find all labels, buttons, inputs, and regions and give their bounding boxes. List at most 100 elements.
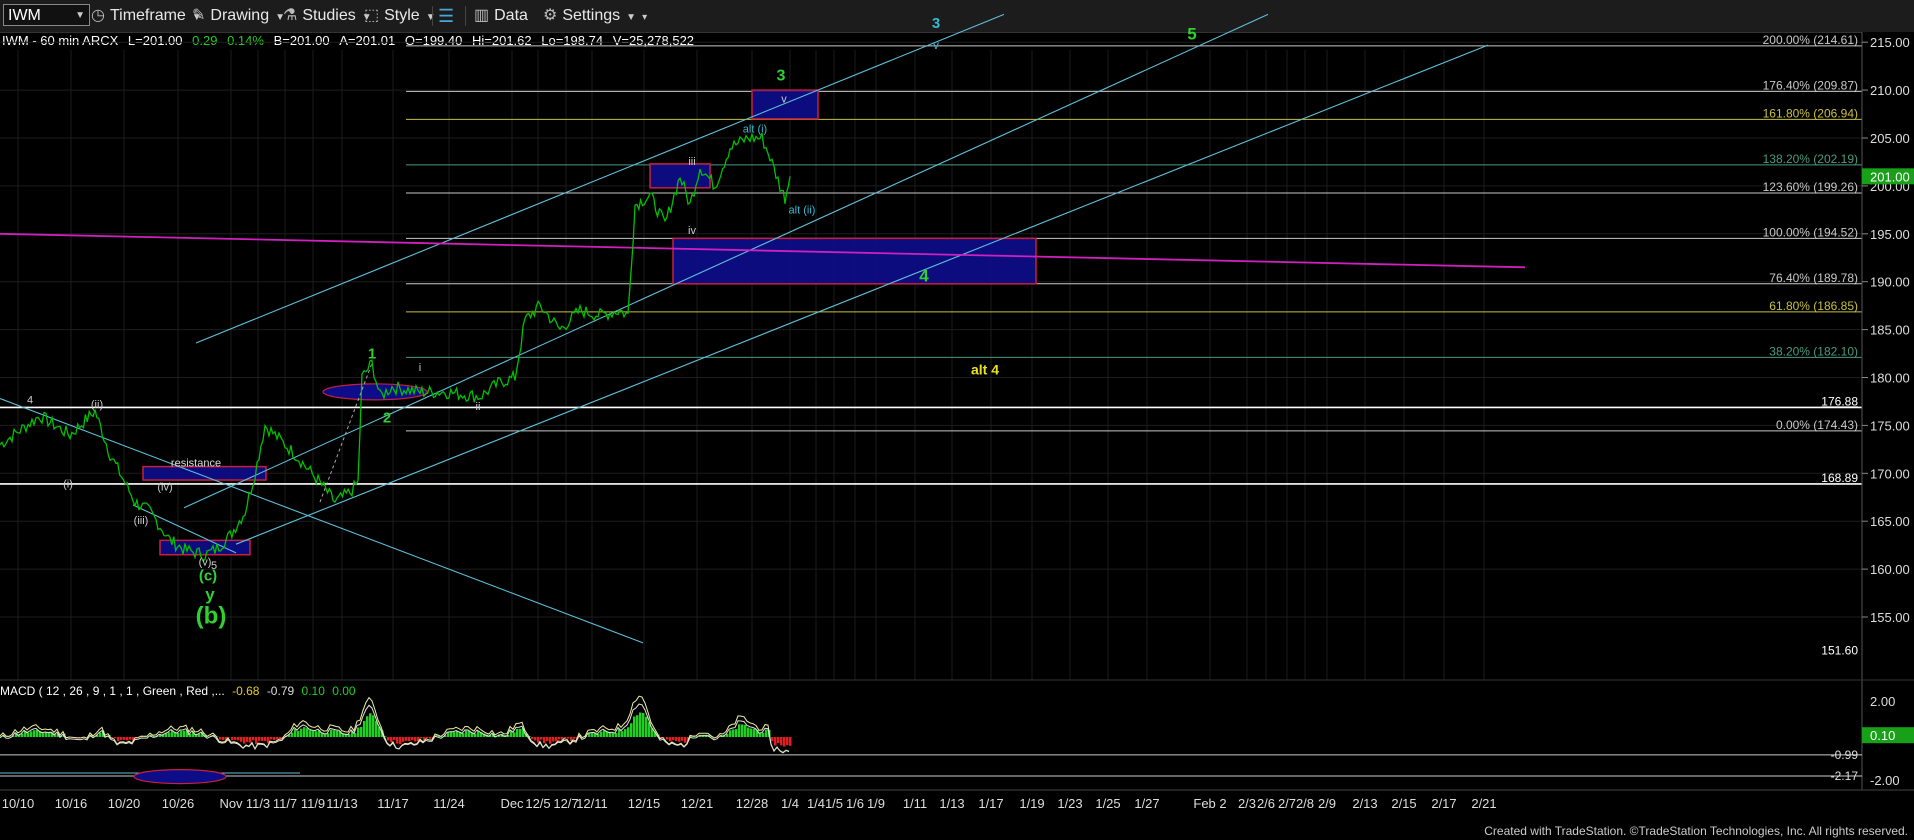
macd-histogram-bar (603, 730, 606, 737)
date-tick-label: 2/8 (1296, 796, 1314, 811)
macd-histogram-bar (591, 732, 594, 737)
macd-histogram-bar (30, 731, 33, 737)
level-label: 61.80% (186.85) (1769, 299, 1858, 313)
level-label: 161.80% (206.94) (1763, 106, 1858, 120)
macd-histogram-bar (33, 730, 36, 737)
date-tick-label: Feb 2 (1193, 796, 1226, 811)
macd-histogram-bar (42, 732, 45, 737)
wave-label: 3 (777, 68, 786, 85)
macd-title: MACD ( 12 , 26 , 9 , 1 , 1 , Green , Red… (0, 684, 225, 698)
date-tick-label: 1/23 (1057, 796, 1082, 811)
macd-histogram-bar (741, 724, 744, 737)
macd-histogram-bar (669, 737, 672, 742)
wave-label: ii (476, 401, 481, 413)
macd-histogram-bar (261, 737, 264, 741)
date-tick-label: 12/5 (525, 796, 550, 811)
price-chart[interactable]: 200.00% (214.61)176.40% (209.87)161.80% … (0, 0, 1914, 840)
target-box (159, 539, 251, 556)
date-tick-label: 11/9 (301, 796, 325, 811)
level-label: 176.88 (1821, 394, 1858, 408)
macd-signal: -0.79 (266, 684, 295, 698)
price-tick-label: 210.00 (1870, 83, 1910, 98)
macd-histogram-bar (765, 729, 768, 737)
macd-histogram-bar (630, 723, 633, 737)
target-box (649, 163, 711, 189)
macd-histogram-bar (555, 737, 558, 742)
macd-histogram-bar (564, 737, 567, 739)
wave-label: 3 (932, 15, 940, 32)
macd-histogram-bar (558, 737, 561, 740)
macd-histogram-bar (588, 732, 591, 737)
macd-histogram-bar (249, 737, 252, 743)
macd-histogram-bar (771, 737, 774, 742)
wave-label: (i) (63, 479, 73, 491)
macd-hist-neg: 0.00 (332, 684, 356, 698)
macd-histogram-bar (429, 737, 432, 739)
date-tick-label: 10/26 (162, 796, 195, 811)
macd-histogram-bar (615, 733, 618, 737)
wave-label: (b) (196, 603, 227, 630)
date-tick-label: 2/3 (1238, 796, 1256, 811)
projection-line (319, 362, 373, 503)
macd-histogram-bar (363, 720, 366, 737)
wave-label: 4 (27, 394, 33, 406)
price-tick-label: 175.00 (1870, 418, 1910, 433)
macd-histogram-bar (306, 728, 309, 737)
price-tick-label: 185.00 (1870, 323, 1910, 338)
level-label: 151.60 (1821, 644, 1858, 658)
macd-histogram-bar (426, 737, 429, 739)
macd-histogram-bar (258, 737, 261, 741)
macd-histogram-bar (609, 732, 612, 737)
price-tick-label: 160.00 (1870, 562, 1910, 577)
level-label: 123.60% (199.26) (1763, 180, 1858, 194)
date-tick-label: 1/25 (1095, 796, 1120, 811)
macd-histogram-bar (732, 729, 735, 737)
macd-histogram-bar (123, 737, 126, 740)
date-tick-label: 1/4 (807, 796, 825, 811)
channel-line (195, 13, 1005, 344)
wave-label: iii (688, 156, 695, 168)
date-tick-label: 1/6 (846, 796, 864, 811)
macd-histogram-bar (114, 737, 117, 739)
macd-histogram-bar (330, 729, 333, 737)
macd-histogram-bar (639, 712, 642, 737)
macd-histogram-bar (600, 731, 603, 737)
date-tick-label: 1/19 (1019, 796, 1044, 811)
macd-histogram-bar (675, 737, 678, 742)
level-label: 138.20% (202.19) (1763, 152, 1858, 166)
price-tick-label: 170.00 (1870, 466, 1910, 481)
macd-histogram-bar (243, 737, 246, 744)
macd-histogram-bar (333, 730, 336, 737)
wave-label: 5 (1187, 24, 1196, 43)
date-tick-label: 12/15 (628, 796, 661, 811)
macd-histogram-bar (627, 727, 630, 737)
macd-histogram-bar (366, 716, 369, 737)
macd-histogram-bar (414, 737, 417, 742)
macd-histogram-bar (774, 737, 777, 746)
date-tick-label: 2/21 (1471, 796, 1496, 811)
date-axis: 10/10 10/16 10/20 10/26 Nov 11/3 11/7 11/9 11/13… (0, 789, 1914, 811)
price-tick-label: 180.00 (1870, 371, 1910, 386)
macd-histogram-bar (453, 732, 456, 737)
macd-histogram-bar (666, 737, 669, 740)
macd-histogram-bar (297, 730, 300, 737)
macd-histogram-bar (180, 730, 183, 737)
macd-histogram-bar (420, 737, 423, 739)
macd-histogram-bar (252, 737, 255, 741)
macd-value-label: 0.10 (1870, 728, 1895, 743)
date-tick-label: 1/9 (867, 796, 885, 811)
price-tick-label: 155.00 (1870, 610, 1910, 625)
macd-histogram-bar (540, 737, 543, 740)
macd-histogram-bar (786, 737, 789, 746)
wave-label: alt (i) (743, 123, 767, 135)
macd-histogram-bar (312, 730, 315, 737)
macd-histogram-bar (48, 732, 51, 737)
date-tick-label: 2/7 (1278, 796, 1296, 811)
date-tick-label: 2/9 (1318, 796, 1336, 811)
wave-label: (ii) (91, 399, 103, 411)
wave-label: iv (688, 225, 696, 237)
price-tick-label: 215.00 (1870, 35, 1910, 50)
macd-histogram-bar (309, 730, 312, 737)
date-tick-label: 2/6 (1257, 796, 1275, 811)
macd-histogram-bar (636, 715, 639, 737)
